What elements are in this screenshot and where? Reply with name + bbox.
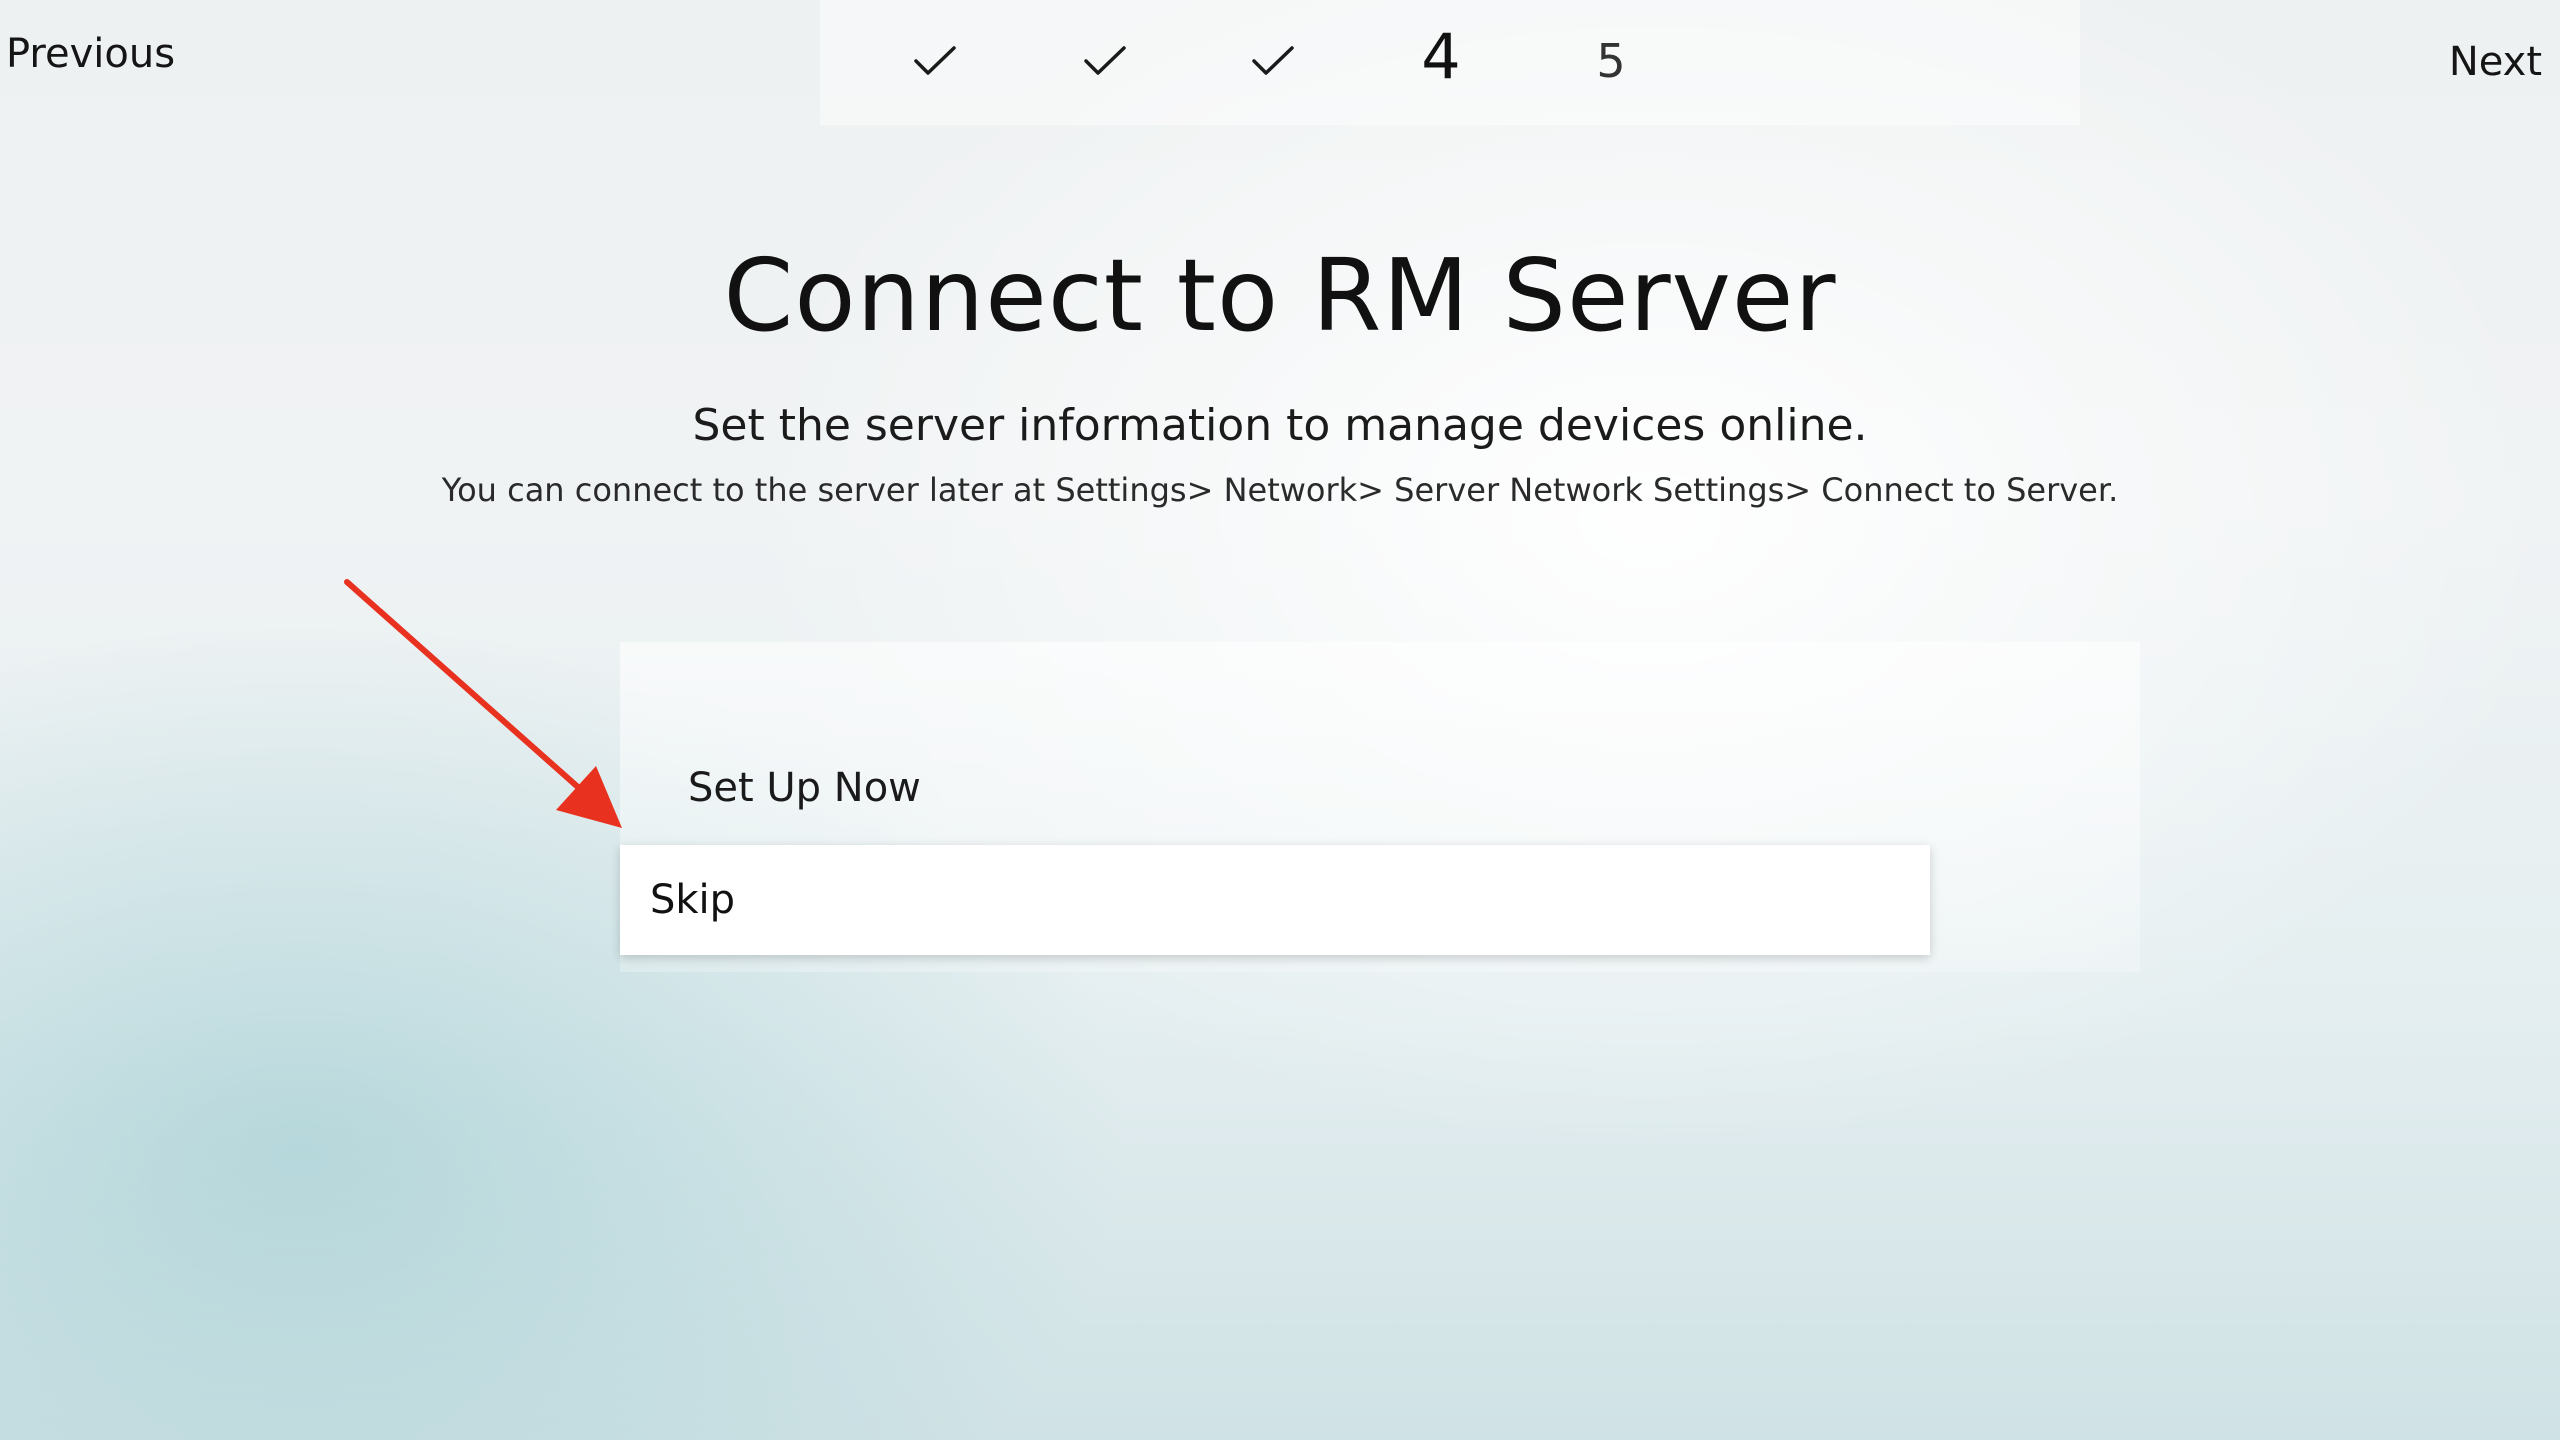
skip-option[interactable]: Skip	[620, 845, 1930, 955]
step-2-completed	[1065, 26, 1145, 96]
setup-screen: Previous Next 4 5 Connect to RM Server S…	[0, 0, 2560, 1440]
next-button[interactable]: Next	[2449, 38, 2542, 86]
step-1-completed	[895, 26, 975, 96]
page-title: Connect to RM Server	[723, 237, 1837, 354]
check-icon	[914, 46, 956, 75]
top-bar: Previous Next 4 5	[0, 0, 2560, 125]
settings-hint: You can connect to the server later at S…	[441, 471, 2119, 509]
annotation-arrow-icon	[344, 579, 622, 828]
step-3-completed	[1233, 26, 1313, 96]
previous-button[interactable]: Previous	[6, 30, 175, 78]
step-5-upcoming: 5	[1596, 34, 1626, 88]
check-icon	[1252, 46, 1294, 75]
check-icon	[1084, 46, 1126, 75]
page-subtitle: Set the server information to manage dev…	[692, 400, 1868, 451]
set-up-now-option[interactable]: Set Up Now	[620, 733, 1930, 843]
step-4-current: 4	[1421, 20, 1461, 93]
